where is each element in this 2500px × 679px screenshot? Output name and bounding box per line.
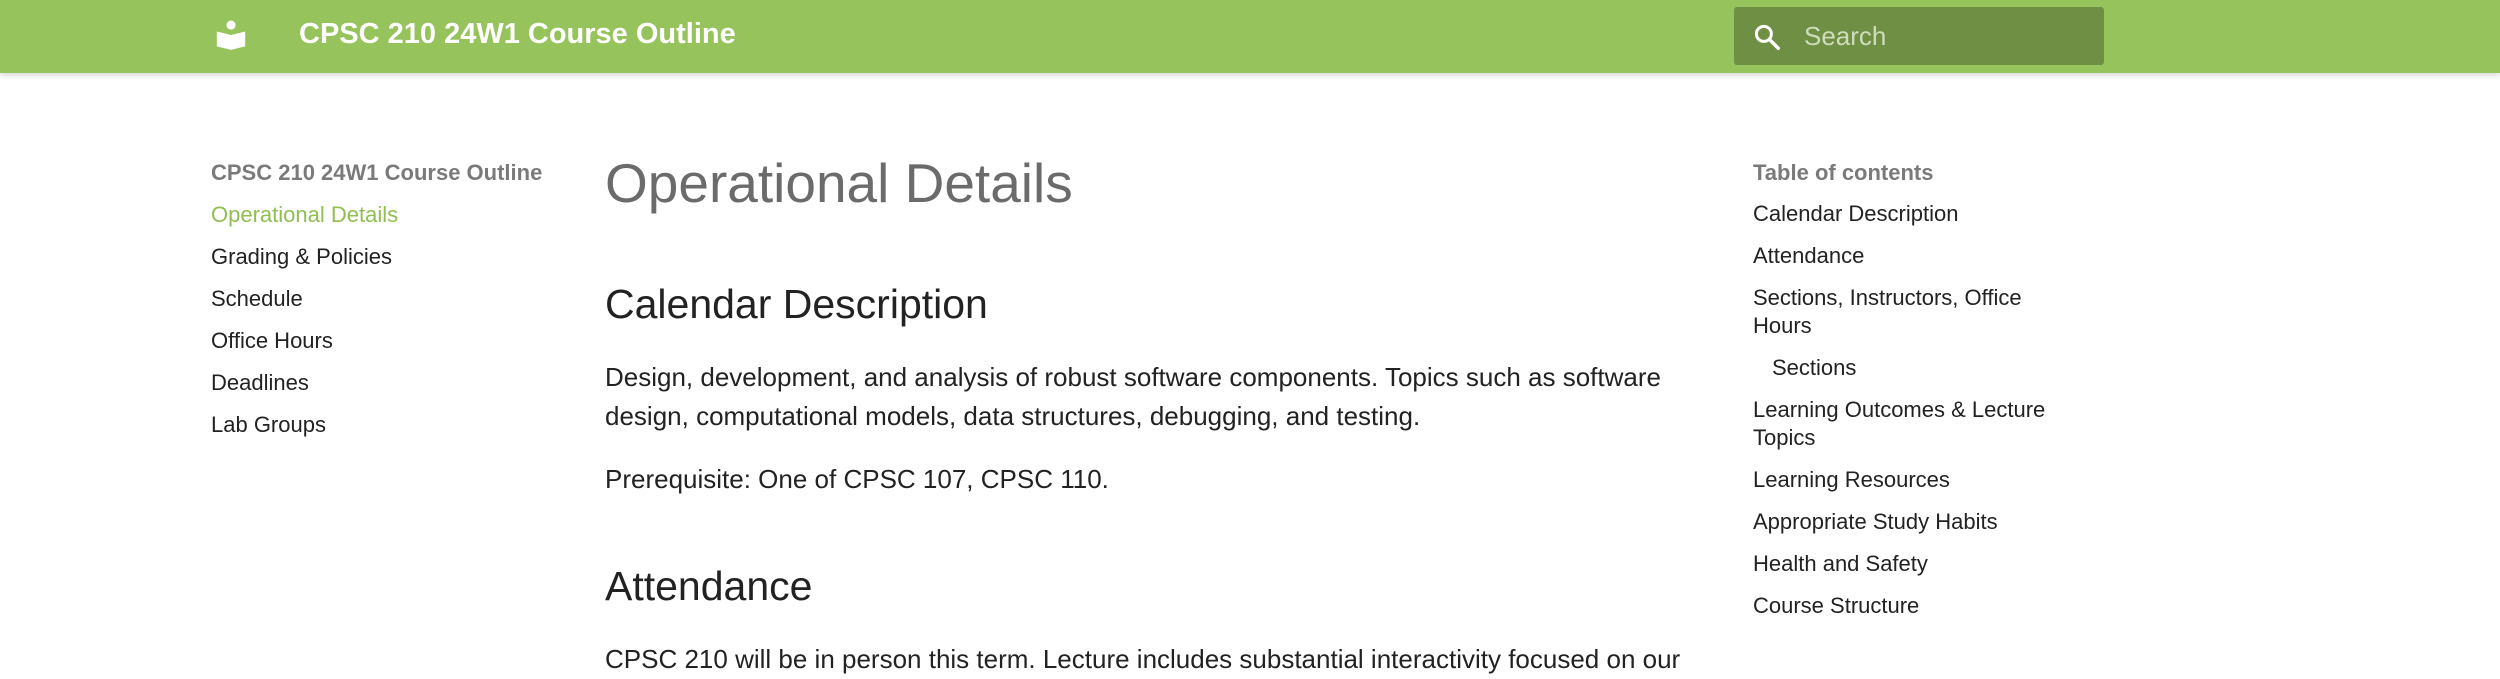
toc-item-appropriate-study-habits[interactable]: Appropriate Study Habits bbox=[1753, 508, 2083, 536]
top-header-bar: CPSC 210 24W1 Course Outline bbox=[0, 0, 2500, 73]
search-input[interactable] bbox=[1804, 7, 2094, 65]
nav-item-lab-groups[interactable]: Lab Groups bbox=[211, 410, 571, 440]
nav-item-operational-details[interactable]: Operational Details bbox=[211, 200, 571, 230]
nav-item-grading-policies[interactable]: Grading & Policies bbox=[211, 242, 571, 272]
page-title: Operational Details bbox=[605, 152, 1073, 214]
attendance-text: CPSC 210 will be in person this term. Le… bbox=[605, 644, 1681, 674]
section-heading-calendar-description: Calendar Description bbox=[605, 281, 988, 327]
toc-item-calendar-description[interactable]: Calendar Description bbox=[1753, 200, 2083, 228]
search-icon bbox=[1754, 24, 1780, 50]
site-title[interactable]: CPSC 210 24W1 Course Outline bbox=[299, 18, 736, 51]
toc-item-learning-outcomes[interactable]: Learning Outcomes & Lecture Topics bbox=[1753, 396, 2083, 452]
prerequisite-text: Prerequisite: One of CPSC 107, CPSC 110. bbox=[605, 464, 1109, 494]
nav-item-office-hours[interactable]: Office Hours bbox=[211, 326, 571, 356]
nav-item-schedule[interactable]: Schedule bbox=[211, 284, 571, 314]
book-reader-icon[interactable] bbox=[214, 18, 248, 52]
table-of-contents: Table of contents Calendar Description A… bbox=[1753, 158, 2083, 634]
toc-item-sections[interactable]: Sections bbox=[1753, 354, 2083, 382]
search-box[interactable] bbox=[1734, 7, 2104, 65]
toc-item-sections-instructors-office-hours[interactable]: Sections, Instructors, Office Hours bbox=[1753, 284, 2083, 340]
toc-item-course-structure[interactable]: Course Structure bbox=[1753, 592, 2083, 620]
section-heading-attendance: Attendance bbox=[605, 563, 813, 609]
site-navigation: CPSC 210 24W1 Course Outline Operational… bbox=[211, 158, 571, 452]
toc-item-attendance[interactable]: Attendance bbox=[1753, 242, 2083, 270]
toc-item-learning-resources[interactable]: Learning Resources bbox=[1753, 466, 2083, 494]
nav-item-deadlines[interactable]: Deadlines bbox=[211, 368, 571, 398]
main-content: Operational Details Calendar Description… bbox=[605, 148, 1680, 674]
calendar-description-text: Design, development, and analysis of rob… bbox=[605, 362, 1661, 431]
toc-item-health-and-safety[interactable]: Health and Safety bbox=[1753, 550, 2083, 578]
toc-title: Table of contents bbox=[1753, 160, 1934, 185]
nav-site-title: CPSC 210 24W1 Course Outline bbox=[211, 160, 543, 185]
